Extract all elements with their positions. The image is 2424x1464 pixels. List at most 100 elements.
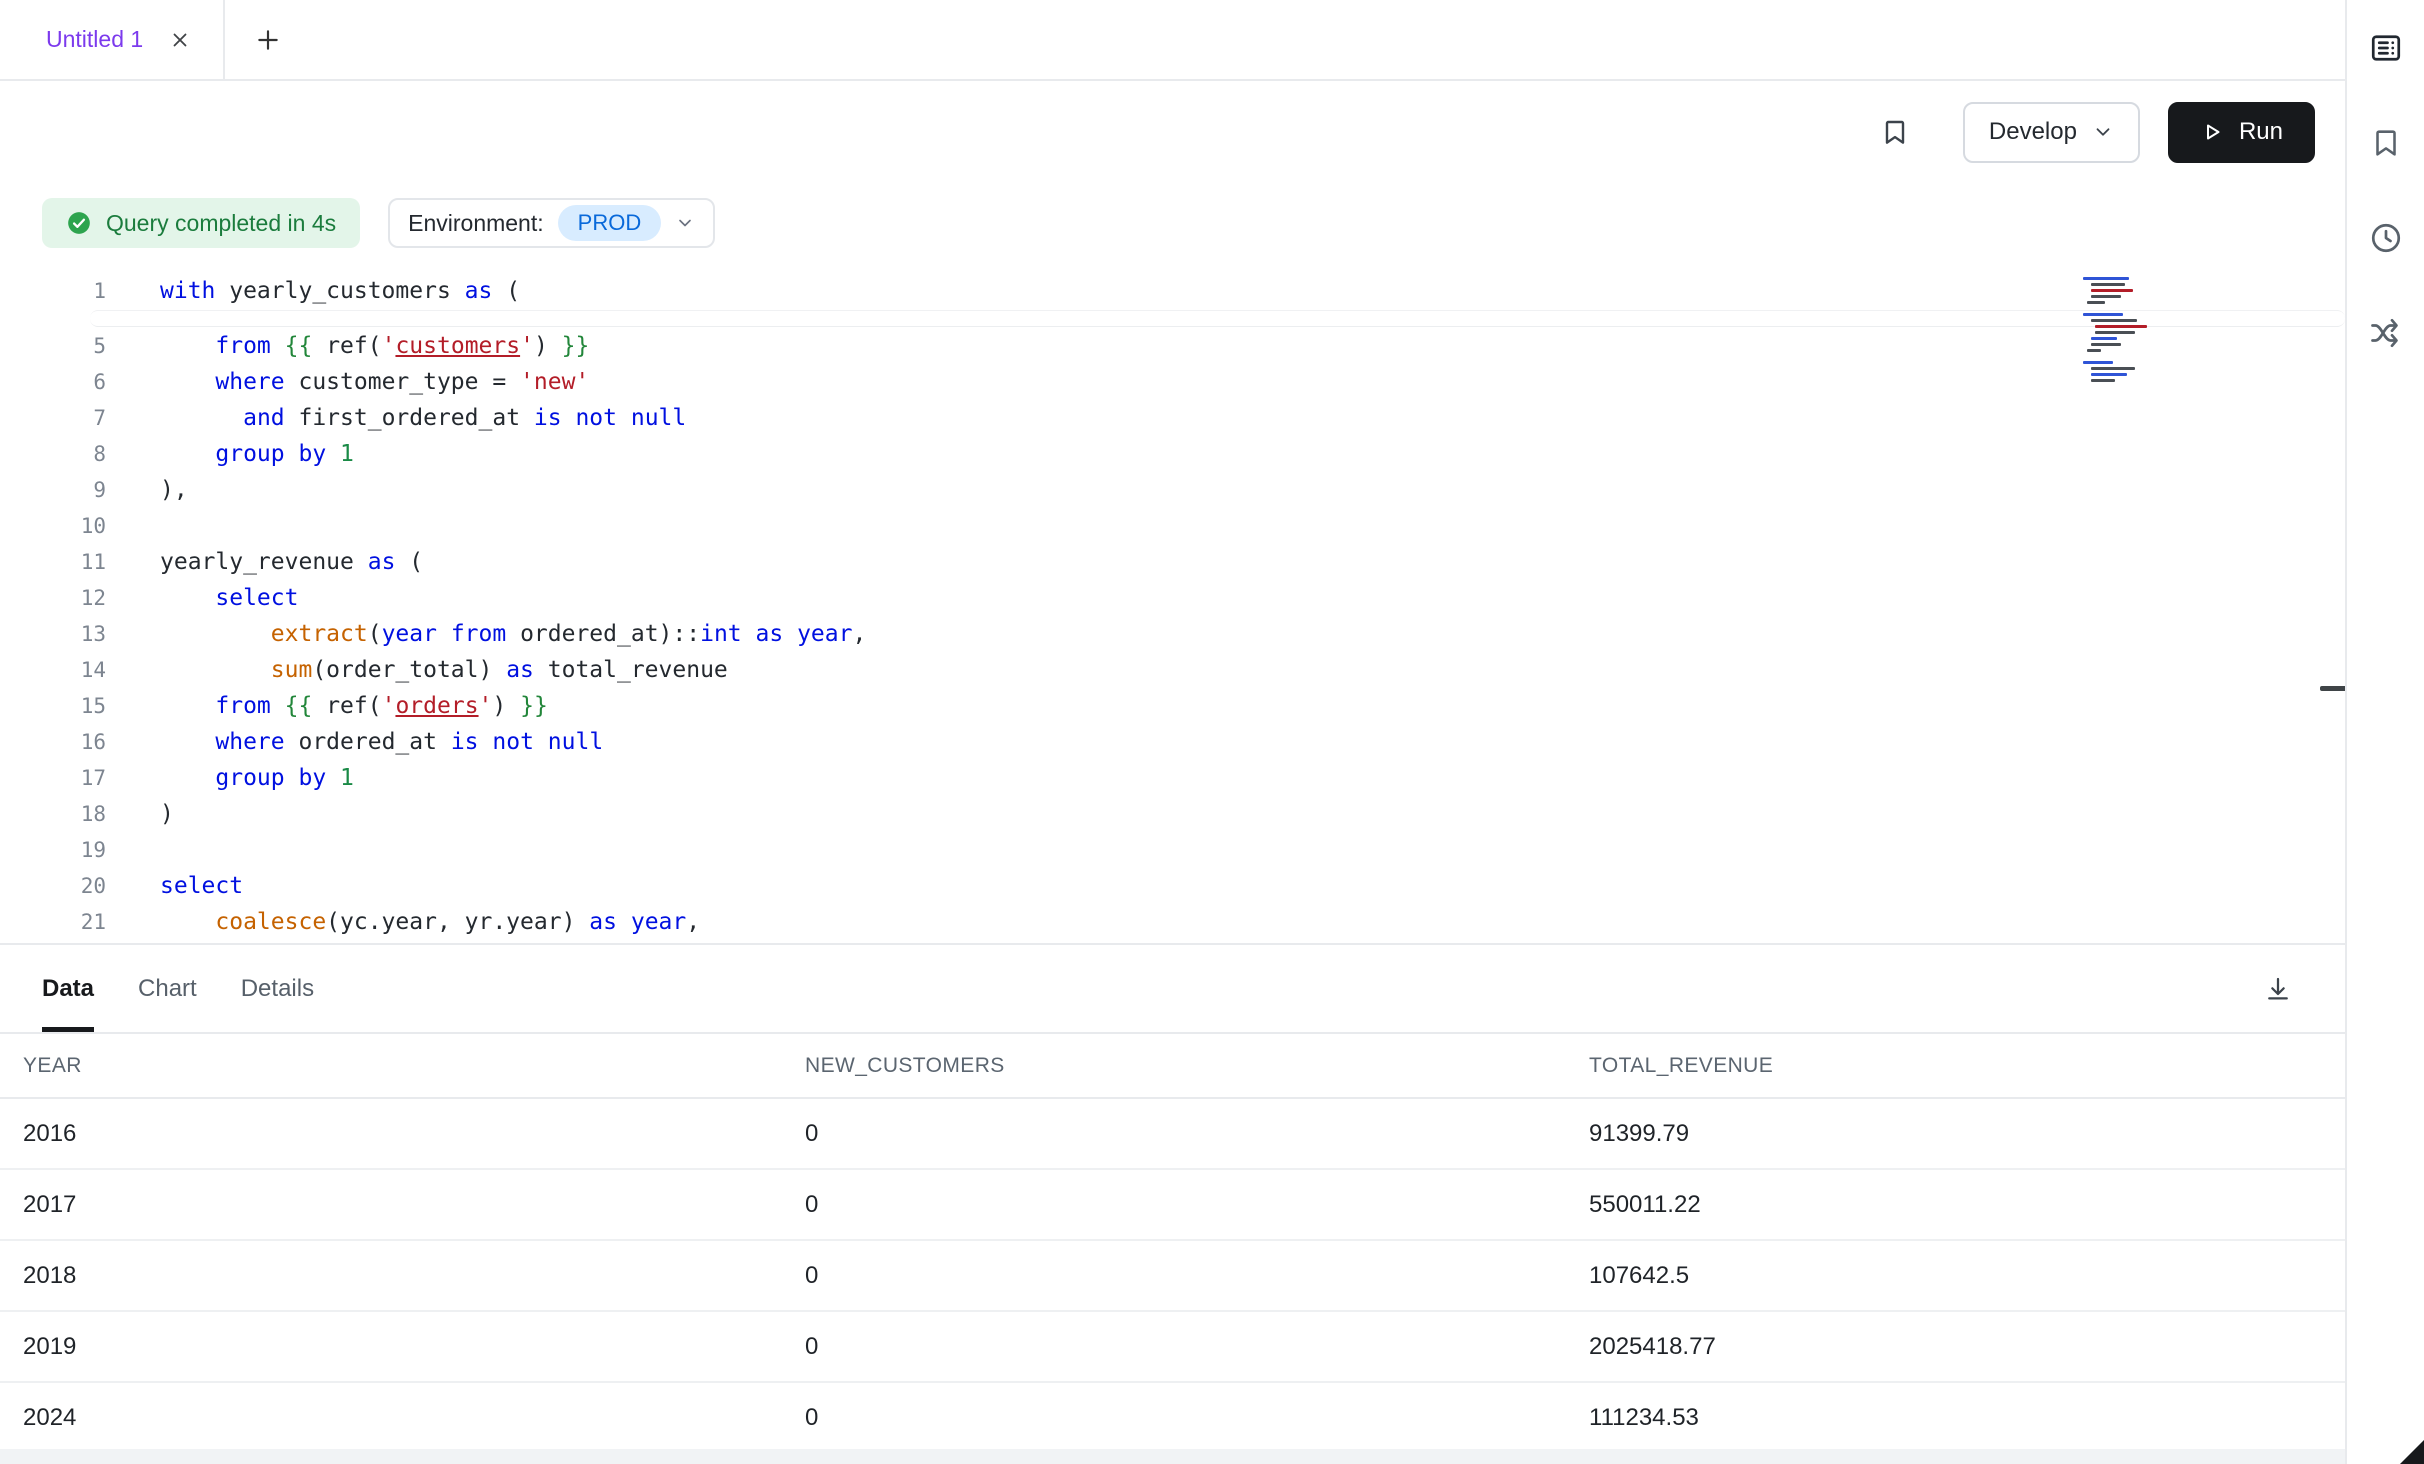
line-number: 12: [0, 580, 106, 616]
new-tab-button[interactable]: [255, 27, 281, 53]
bookmark-icon[interactable]: [2362, 119, 2410, 167]
table-cell: 2018: [0, 1262, 805, 1290]
table-cell: 2024: [0, 1404, 805, 1432]
develop-dropdown[interactable]: Develop: [1963, 102, 2140, 163]
code-line[interactable]: 1with yearly_customers as (: [0, 273, 2345, 309]
code-line[interactable]: 9),: [0, 472, 2345, 508]
tab-bar: Untitled 1: [0, 0, 2345, 81]
horizontal-scrollbar[interactable]: [0, 1449, 2345, 1464]
code-line[interactable]: 19: [0, 832, 2345, 868]
check-circle-icon: [66, 210, 92, 236]
bookmark-icon[interactable]: [1879, 114, 1911, 150]
develop-label: Develop: [1989, 118, 2077, 146]
table-row: 20170550011.22: [0, 1170, 2345, 1241]
code-line[interactable]: 6 where customer_type = 'new': [0, 364, 2345, 400]
chevron-down-icon: [675, 213, 695, 233]
play-icon: [2200, 120, 2224, 144]
run-button[interactable]: Run: [2168, 102, 2315, 163]
results-tabs: Data Chart Details: [0, 945, 2345, 1034]
line-number: 21: [0, 904, 106, 940]
results-panel: Data Chart Details YEARNEW_CUSTOMERSTOTAL_…: [0, 943, 2345, 1464]
run-label: Run: [2239, 118, 2283, 146]
table-row: 2016091399.79: [0, 1099, 2345, 1170]
line-number: 5: [0, 328, 106, 364]
table-cell: 111234.53: [1589, 1404, 2345, 1432]
table-cell: 2019: [0, 1333, 805, 1361]
code-line[interactable]: 15 from {{ ref('orders') }}: [0, 688, 2345, 724]
line-number: 1: [0, 273, 106, 309]
code-line[interactable]: 5 from {{ ref('customers') }}: [0, 328, 2345, 364]
tab-untitled-1[interactable]: Untitled 1: [0, 0, 225, 79]
table-cell: 0: [805, 1191, 1589, 1219]
environment-value-badge: PROD: [558, 205, 662, 241]
line-number: 11: [0, 544, 106, 580]
table-row: 201902025418.77: [0, 1312, 2345, 1383]
code-line[interactable]: 17 group by 1: [0, 760, 2345, 796]
code-line[interactable]: 11yearly_revenue as (: [0, 544, 2345, 580]
chevron-down-icon: [2092, 121, 2114, 143]
line-number: 18: [0, 796, 106, 832]
table-cell: 107642.5: [1589, 1262, 2345, 1290]
code-line[interactable]: 7 and first_ordered_at is not null: [0, 400, 2345, 436]
table-cell: 0: [805, 1262, 1589, 1290]
table-cell: 550011.22: [1589, 1191, 2345, 1219]
editor-horizontal-scrollbar[interactable]: [90, 310, 2345, 327]
line-number: 7: [0, 400, 106, 436]
results-tab-details[interactable]: Details: [241, 945, 314, 1032]
history-icon[interactable]: [2362, 214, 2410, 262]
lineage-icon[interactable]: [2362, 309, 2410, 357]
code-outline-icon[interactable]: [2362, 24, 2410, 72]
download-icon[interactable]: [2263, 945, 2293, 1032]
table-row: 20180107642.5: [0, 1241, 2345, 1312]
line-number: 8: [0, 436, 106, 472]
table-body: 2016091399.7920170550011.2220180107642.5…: [0, 1099, 2345, 1454]
environment-selector[interactable]: Environment: PROD: [388, 198, 715, 248]
line-number: 17: [0, 760, 106, 796]
code-line[interactable]: 8 group by 1: [0, 436, 2345, 472]
ref-link[interactable]: customers: [395, 333, 520, 359]
results-tab-chart[interactable]: Chart: [138, 945, 197, 1032]
query-status-text: Query completed in 4s: [106, 210, 336, 237]
column-header: TOTAL_REVENUE: [1589, 1054, 2345, 1078]
line-number: 13: [0, 616, 106, 652]
sql-editor[interactable]: 1with yearly_customers as ( 5 from {{ ref…: [0, 265, 2345, 943]
code-lines: 1with yearly_customers as ( 5 from {{ ref…: [0, 273, 2345, 940]
close-tab-icon[interactable]: [169, 29, 191, 51]
table-header-row: YEARNEW_CUSTOMERSTOTAL_REVENUE: [0, 1034, 2345, 1099]
code-line[interactable]: 12 select: [0, 580, 2345, 616]
table-cell: 2025418.77: [1589, 1333, 2345, 1361]
table-cell: 2017: [0, 1191, 805, 1219]
line-number: 14: [0, 652, 106, 688]
line-number: 15: [0, 688, 106, 724]
table-row: 20240111234.53: [0, 1383, 2345, 1454]
line-number: 20: [0, 868, 106, 904]
line-number: 9: [0, 472, 106, 508]
line-number: 6: [0, 364, 106, 400]
table-cell: 91399.79: [1589, 1120, 2345, 1148]
table-cell: 0: [805, 1120, 1589, 1148]
code-line[interactable]: 20select: [0, 868, 2345, 904]
results-tab-data[interactable]: Data: [42, 945, 94, 1032]
tab-title: Untitled 1: [46, 26, 143, 53]
code-line[interactable]: 10: [0, 508, 2345, 544]
code-line[interactable]: 14 sum(order_total) as total_revenue: [0, 652, 2345, 688]
toolbar: Develop Run: [0, 83, 2345, 181]
query-status-badge: Query completed in 4s: [42, 198, 360, 248]
minimap[interactable]: [2083, 277, 2207, 389]
table-cell: 0: [805, 1404, 1589, 1432]
main-area: Untitled 1 Develop Run: [0, 0, 2345, 1464]
environment-label: Environment:: [408, 210, 544, 237]
code-line[interactable]: 13 extract(year from ordered_at)::int as…: [0, 616, 2345, 652]
line-number: 10: [0, 508, 106, 544]
resize-grip[interactable]: [2400, 1440, 2424, 1464]
code-line[interactable]: 16 where ordered_at is not null: [0, 724, 2345, 760]
line-number: 16: [0, 724, 106, 760]
code-line[interactable]: 18): [0, 796, 2345, 832]
right-sidebar: [2345, 0, 2424, 1464]
code-line[interactable]: 21 coalesce(yc.year, yr.year) as year,: [0, 904, 2345, 940]
column-header: NEW_CUSTOMERS: [805, 1054, 1589, 1078]
ref-link[interactable]: orders: [395, 693, 478, 719]
status-bar: Query completed in 4s Environment: PROD: [0, 181, 2345, 265]
scrollbar-thumb[interactable]: [2320, 686, 2345, 691]
table-cell: 2016: [0, 1120, 805, 1148]
